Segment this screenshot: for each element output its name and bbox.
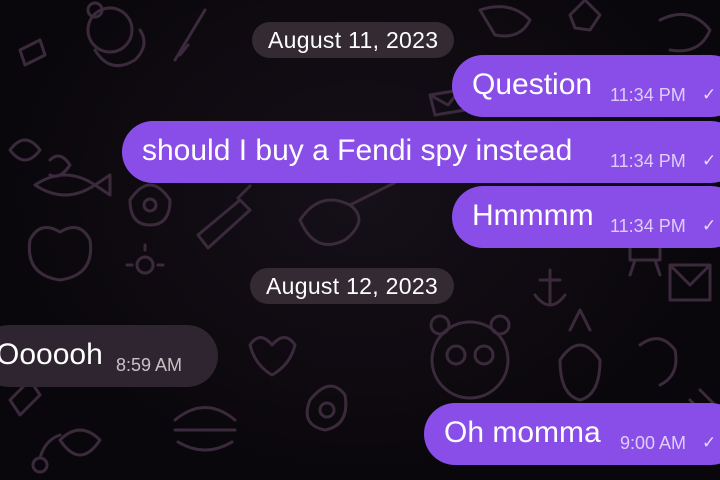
message-time: 11:34 PM: [610, 85, 686, 105]
message-text: should I buy a Fendi spy instead: [142, 134, 573, 167]
check-icon: ✓: [702, 151, 717, 170]
message-time: 11:34 PM: [610, 216, 686, 236]
date-separator: August 11, 2023: [252, 22, 455, 58]
message-text: Hmmmm: [472, 199, 594, 232]
message-bubble-outgoing[interactable]: Question 11:34 PM ✓: [452, 55, 720, 117]
chat-view[interactable]: August 11, 2023 Question 11:34 PM ✓ shou…: [0, 0, 720, 480]
message-bubble-outgoing[interactable]: should I buy a Fendi spy instead 11:34 P…: [122, 121, 720, 183]
message-time: 9:00 AM: [620, 433, 687, 453]
message-bubble-outgoing[interactable]: Hmmmm 11:34 PM ✓: [452, 186, 720, 248]
message-time: 11:34 PM: [610, 151, 686, 171]
date-separator: August 12, 2023: [250, 268, 455, 304]
message-text: Oooooh: [0, 338, 103, 371]
check-icon: ✓: [702, 433, 717, 452]
message-bubble-incoming[interactable]: Oooooh 8:59 AM: [0, 325, 218, 387]
message-time: 8:59 AM: [116, 355, 183, 375]
check-icon: ✓: [702, 216, 717, 235]
message-bubble-outgoing[interactable]: Oh momma 9:00 AM ✓: [424, 403, 720, 465]
check-icon: ✓: [702, 85, 717, 104]
message-text: Oh momma: [444, 416, 601, 449]
message-text: Question: [472, 68, 593, 101]
